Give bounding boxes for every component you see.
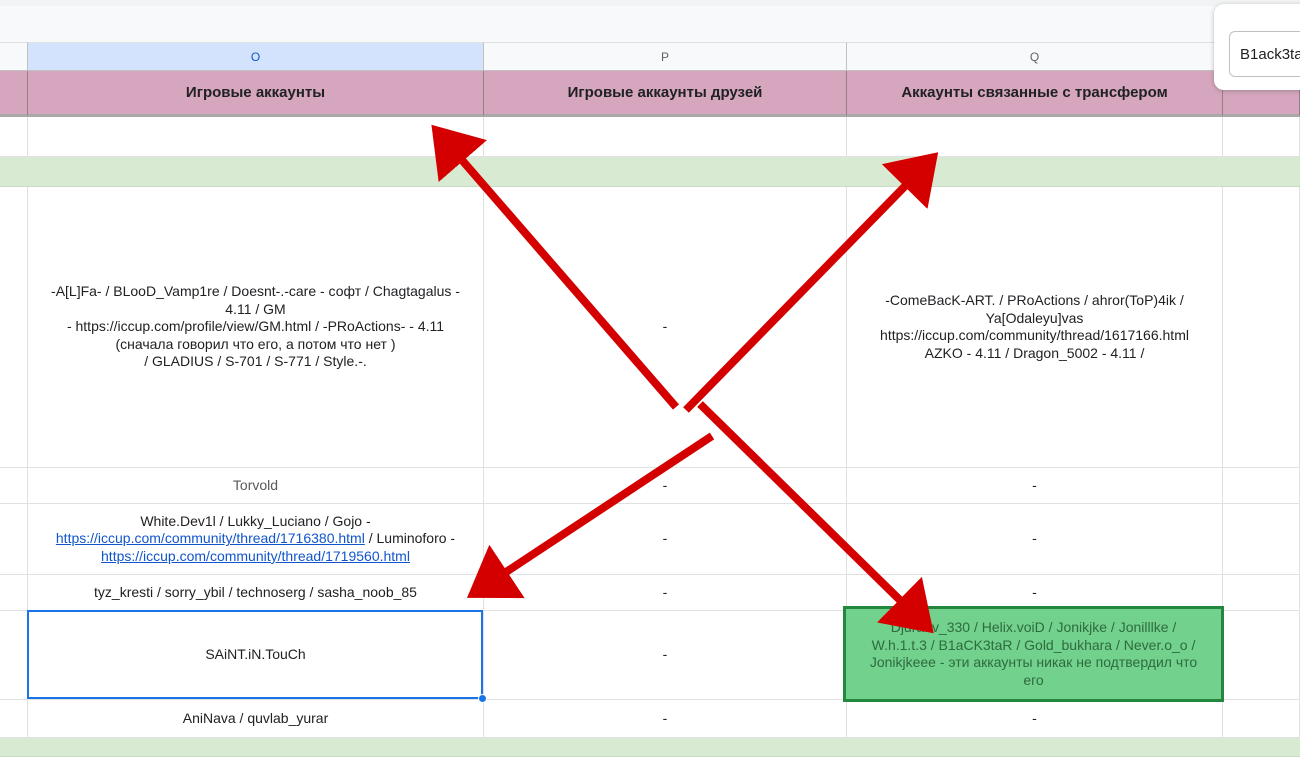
- cell-o-accounts[interactable]: tyz_kresti / sorry_ybil / technoserg / s…: [28, 575, 484, 611]
- cell[interactable]: [28, 117, 484, 157]
- cell[interactable]: [1223, 575, 1300, 611]
- thread-link[interactable]: https://iccup.com/community/thread/17163…: [56, 530, 365, 546]
- cell-line: Djuraev_330 / Helix.voiD / Jonikjke / Jo…: [890, 619, 1177, 635]
- cell[interactable]: [484, 117, 847, 157]
- cell-o-accounts[interactable]: -A[L]Fa- / BLooD_Vamp1re / Doesnt-.-care…: [28, 187, 484, 468]
- cell-p-friends[interactable]: -: [484, 611, 847, 700]
- cell[interactable]: [0, 611, 28, 700]
- cell-p-friends[interactable]: -: [484, 575, 847, 611]
- header-row: Игровые аккаунты Игровые аккаунты друзей…: [0, 71, 1300, 117]
- table-row: [0, 117, 1300, 157]
- cell-p-friends[interactable]: -: [484, 700, 847, 738]
- find-input-value: B1ack3taR: [1240, 45, 1300, 63]
- cell-line: / GLADIUS / S-701 / S-771 / Style.-.: [144, 353, 367, 370]
- cell[interactable]: [1223, 504, 1300, 575]
- cell-line: -A[L]Fa- / BLooD_Vamp1re / Doesnt-.-care…: [51, 283, 460, 300]
- header-cell-q[interactable]: Аккаунты связанные с трансфером: [847, 71, 1223, 117]
- header-cell-o[interactable]: Игровые аккаунты: [28, 71, 484, 117]
- column-header-o[interactable]: O: [28, 42, 484, 71]
- cell[interactable]: [0, 468, 28, 504]
- section-divider-row: [0, 738, 1300, 757]
- cell-p-friends[interactable]: -: [484, 504, 847, 575]
- cell[interactable]: [1223, 187, 1300, 468]
- cell-q-transfer[interactable]: -ComeBacK-ART. / PRoActions / ahror(ToP)…: [847, 187, 1223, 468]
- cell-p-friends[interactable]: -: [484, 187, 847, 468]
- fill-handle[interactable]: [478, 694, 487, 703]
- cell-text: / Luminoforo -: [364, 530, 456, 547]
- column-letter: P: [660, 49, 669, 64]
- cell-line: White.Dev1l / Lukky_Luciano / Gojo -: [140, 512, 371, 529]
- section-divider-cell[interactable]: [0, 157, 1300, 187]
- formula-bar-area: [0, 0, 1300, 42]
- cell[interactable]: [847, 117, 1223, 157]
- find-panel: B1ack3taR: [1214, 4, 1300, 90]
- cell-q-transfer[interactable]: -: [847, 700, 1223, 738]
- cell-p-friends[interactable]: -: [484, 468, 847, 504]
- cell-line: Jonikjkeee - эти аккаунты никак не подтв…: [869, 654, 1198, 670]
- toolbar-edge: [0, 0, 1300, 6]
- cell-line: 4.11 / GM: [225, 300, 286, 317]
- cell-o-accounts[interactable]: AniNava / quvlab_yurar: [28, 700, 484, 738]
- cell[interactable]: [0, 504, 28, 575]
- cell-line: W.h.1.t.3 / B1aCK3taR / Gold_bukhara / N…: [871, 636, 1196, 653]
- column-header-q[interactable]: Q: [847, 42, 1223, 71]
- cell-line: его: [1023, 671, 1044, 688]
- column-header-p[interactable]: P: [484, 42, 847, 71]
- cell-line: Ya[Odaleyu]vas: [985, 309, 1084, 326]
- header-cell-n[interactable]: [0, 71, 28, 117]
- cell-line: -ComeBacK-ART. / PRoActions / ahror(ToP)…: [885, 292, 1184, 308]
- section-divider-cell[interactable]: [0, 738, 1300, 757]
- cell[interactable]: [1223, 611, 1300, 700]
- column-letter: Q: [1029, 49, 1040, 64]
- column-header-n[interactable]: [0, 42, 28, 71]
- cell-line: https://iccup.com/community/thread/16171…: [880, 327, 1189, 343]
- cell-q-transfer[interactable]: -: [847, 468, 1223, 504]
- cell-o-accounts[interactable]: Torvold: [28, 468, 484, 504]
- cell-line: (сначала говорил что его, а потом что не…: [115, 335, 396, 352]
- section-divider-row: [0, 157, 1300, 187]
- cell-o-accounts[interactable]: White.Dev1l / Lukky_Luciano / Gojo - htt…: [28, 504, 484, 575]
- cell[interactable]: [1223, 117, 1300, 157]
- thread-link[interactable]: https://iccup.com/community/thread/17195…: [101, 548, 410, 564]
- cell[interactable]: [1223, 700, 1300, 738]
- table-row: -A[L]Fa- / BLooD_Vamp1re / Doesnt-.-care…: [0, 187, 1300, 468]
- header-cell-p[interactable]: Игровые аккаунты друзей: [484, 71, 847, 117]
- column-letter: O: [250, 49, 261, 64]
- cell[interactable]: [0, 117, 28, 157]
- cell[interactable]: [1223, 468, 1300, 504]
- table-row: Torvold - -: [0, 468, 1300, 504]
- found-match-cell[interactable]: Djuraev_330 / Helix.voiD / Jonikjke / Jo…: [843, 606, 1224, 702]
- cell[interactable]: [0, 187, 28, 468]
- cell-line: AZKO - 4.11 / Dragon_5002 - 4.11 /: [924, 344, 1145, 361]
- cell-q-transfer[interactable]: -: [847, 504, 1223, 575]
- cell[interactable]: [0, 575, 28, 611]
- table-row: AniNava / quvlab_yurar - -: [0, 700, 1300, 738]
- find-input[interactable]: B1ack3taR: [1229, 31, 1300, 77]
- cell-o-accounts-selected[interactable]: SAiNT.iN.TouCh: [28, 611, 484, 700]
- table-row: White.Dev1l / Lukky_Luciano / Gojo - htt…: [0, 504, 1300, 575]
- cell[interactable]: [0, 700, 28, 738]
- cell-line: - https://iccup.com/profile/view/GM.html…: [66, 318, 445, 335]
